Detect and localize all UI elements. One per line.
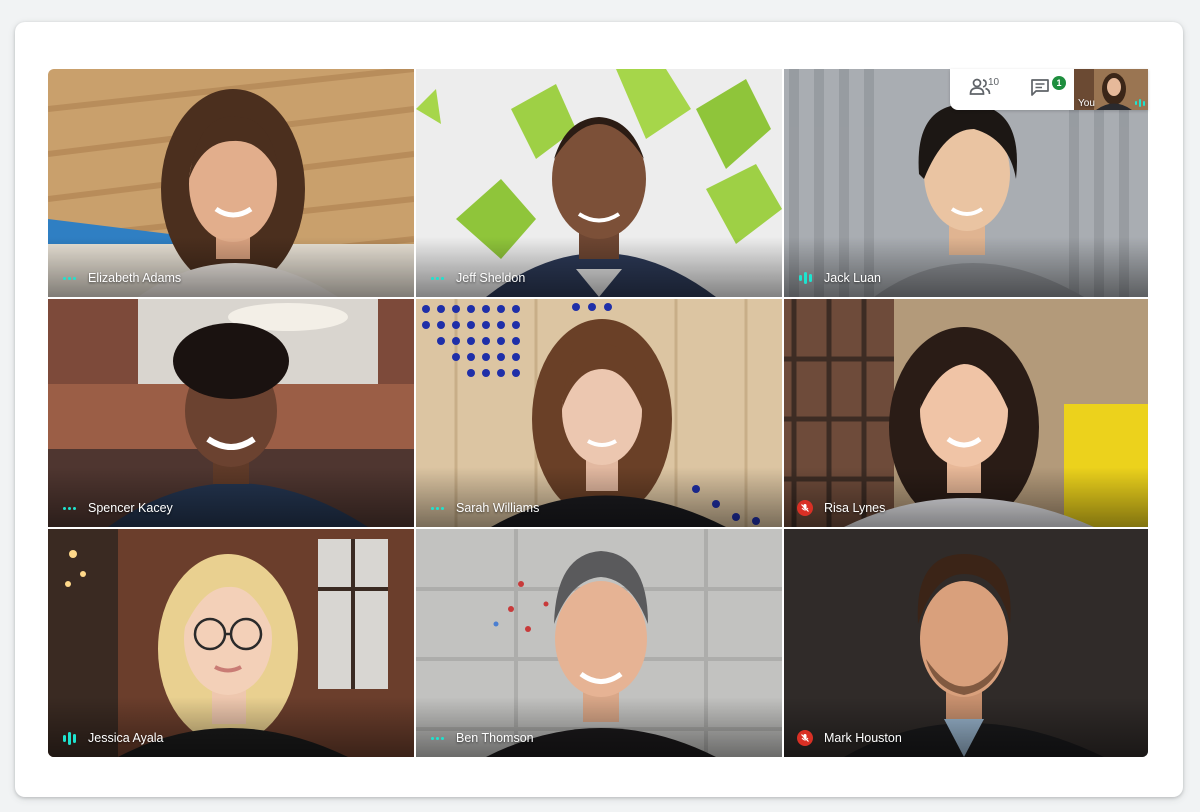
label-shade xyxy=(48,237,414,297)
participant-name: Sarah Williams xyxy=(456,501,540,515)
participant-label: Mark Houston xyxy=(796,730,902,746)
video-tile[interactable]: Mark Houston xyxy=(784,529,1148,757)
chat-button[interactable]: 1 xyxy=(1010,69,1070,110)
audio-idle-icon xyxy=(428,730,446,746)
video-tile[interactable]: Elizabeth Adams xyxy=(48,69,414,297)
participant-name: Jeff Sheldon xyxy=(456,271,526,285)
participant-count: 10 xyxy=(988,77,1000,88)
participant-label: Jack Luan xyxy=(796,270,881,286)
label-shade xyxy=(48,697,414,757)
label-shade xyxy=(416,237,782,297)
participant-name: Ben Thomson xyxy=(456,731,534,745)
participant-name: Risa Lynes xyxy=(824,501,886,515)
mic-off-icon xyxy=(796,730,814,746)
audio-idle-icon xyxy=(60,500,78,516)
meeting-toolbar: 10 1 You xyxy=(950,69,1148,110)
participant-label: Ben Thomson xyxy=(428,730,534,746)
video-tile[interactable]: Jeff Sheldon xyxy=(416,69,782,297)
audio-idle-icon xyxy=(60,270,78,286)
participant-label: Spencer Kacey xyxy=(60,500,173,516)
participant-name: Jack Luan xyxy=(824,271,881,285)
participant-name: Jessica Ayala xyxy=(88,731,164,745)
video-tile[interactable]: Sarah Williams xyxy=(416,299,782,527)
video-grid: Elizabeth Adams Jeff Sheldon Jack Luan S… xyxy=(48,69,1148,757)
participant-name: Mark Houston xyxy=(824,731,902,745)
video-tile[interactable]: Risa Lynes xyxy=(784,299,1148,527)
audio-level-icon xyxy=(60,730,78,746)
label-shade xyxy=(48,467,414,527)
video-tile[interactable]: Ben Thomson xyxy=(416,529,782,757)
participant-name: Elizabeth Adams xyxy=(88,271,182,285)
participant-name: Spencer Kacey xyxy=(88,501,173,515)
chat-unread-badge: 1 xyxy=(1052,76,1066,90)
mic-off-icon xyxy=(796,500,814,516)
label-shade xyxy=(416,697,782,757)
chat-icon xyxy=(1030,78,1050,101)
self-label: You xyxy=(1078,98,1095,109)
label-shade xyxy=(784,697,1148,757)
label-shade xyxy=(416,467,782,527)
participant-label: Jeff Sheldon xyxy=(428,270,525,286)
audio-idle-icon xyxy=(428,270,446,286)
video-tile[interactable]: Spencer Kacey xyxy=(48,299,414,527)
audio-level-icon xyxy=(1135,99,1145,107)
video-tile[interactable]: Jessica Ayala xyxy=(48,529,414,757)
self-preview[interactable]: You xyxy=(1074,69,1148,110)
participant-label: Sarah Williams xyxy=(428,500,539,516)
audio-idle-icon xyxy=(428,500,446,516)
label-shade xyxy=(784,467,1148,527)
people-button[interactable]: 10 xyxy=(950,69,1010,110)
participant-label: Risa Lynes xyxy=(796,500,885,516)
participant-label: Elizabeth Adams xyxy=(60,270,181,286)
participant-label: Jessica Ayala xyxy=(60,730,164,746)
label-shade xyxy=(784,237,1148,297)
audio-level-icon xyxy=(796,270,814,286)
